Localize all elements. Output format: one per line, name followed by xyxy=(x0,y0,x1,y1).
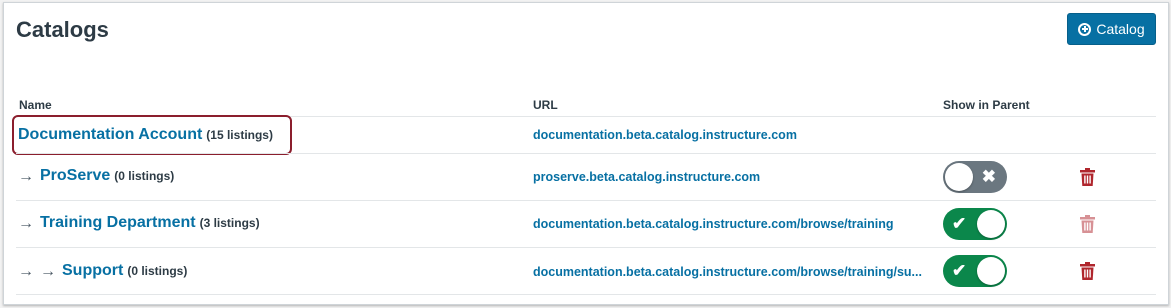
trash-icon-disabled xyxy=(1080,215,1095,233)
show-in-parent-toggle[interactable]: ✔ xyxy=(943,208,1007,240)
column-header-name: Name xyxy=(19,98,52,112)
plus-circle-icon xyxy=(1078,22,1092,36)
add-catalog-button[interactable]: Catalog xyxy=(1067,13,1156,45)
x-icon: ✖ xyxy=(981,167,996,186)
show-in-parent-toggle[interactable]: ✔ xyxy=(943,255,1007,287)
catalog-name-link[interactable]: Training Department xyxy=(40,214,196,232)
listing-count: (3 listings) xyxy=(199,216,260,230)
check-icon: ✔ xyxy=(952,214,967,233)
trash-icon[interactable] xyxy=(1080,262,1095,280)
catalog-url-link[interactable]: documentation.beta.catalog.instructure.c… xyxy=(533,265,922,279)
catalog-url-link[interactable]: proserve.beta.catalog.instructure.com xyxy=(533,170,760,184)
listing-count: (0 listings) xyxy=(114,169,175,183)
trash-icon[interactable] xyxy=(1080,168,1095,186)
column-header-show-in-parent: Show in Parent xyxy=(943,98,1030,112)
table-divider xyxy=(16,294,1156,295)
catalog-url-link[interactable]: documentation.beta.catalog.instructure.c… xyxy=(533,128,797,142)
child-arrow-icon: → xyxy=(18,263,34,280)
add-catalog-label: Catalog xyxy=(1096,21,1145,37)
child-arrow-icon: → xyxy=(40,263,56,280)
show-in-parent-toggle[interactable]: ✖ xyxy=(943,161,1007,193)
catalog-name-link[interactable]: ProServe xyxy=(40,167,110,185)
column-header-url: URL xyxy=(533,98,558,112)
child-arrow-icon: → xyxy=(18,168,34,185)
page-title: Catalogs xyxy=(16,17,109,42)
table-row: → Training Department (3 listings) docum… xyxy=(4,201,1168,247)
catalog-name-link[interactable]: Support xyxy=(62,262,123,280)
toggle-knob xyxy=(977,210,1005,238)
highlight-box xyxy=(12,115,292,155)
listing-count: (0 listings) xyxy=(127,264,188,278)
child-arrow-icon: → xyxy=(18,215,34,232)
toggle-knob xyxy=(945,163,973,191)
check-icon: ✔ xyxy=(952,261,967,280)
table-row: → → Support (0 listings) documentation.b… xyxy=(4,248,1168,294)
table-row: → ProServe (0 listings) proserve.beta.ca… xyxy=(4,154,1168,200)
catalog-url-link[interactable]: documentation.beta.catalog.instructure.c… xyxy=(533,217,893,231)
catalogs-panel: Catalogs Catalog Name URL Show in Parent… xyxy=(3,2,1169,305)
toggle-knob xyxy=(977,257,1005,285)
